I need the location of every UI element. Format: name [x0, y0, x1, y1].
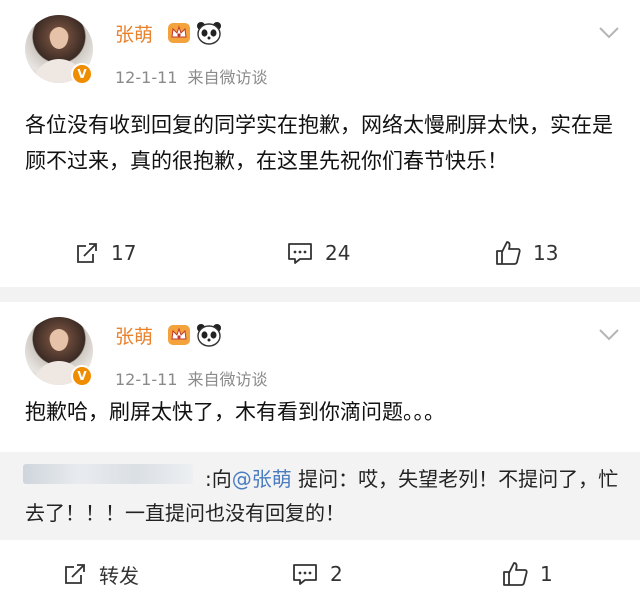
weibo-post: V 张萌 12-1-11 来自微访谈 各位没有收到回复的同学实在抱歉，网络太慢刷屏…: [0, 0, 640, 287]
vip-crown-icon: [168, 23, 190, 43]
repost-button[interactable]: 17: [75, 241, 136, 265]
quoted-question[interactable]: _:向@张萌 提问：哎，失望老列！不提问了，忙去了！！！一直提问也没有回复的！: [0, 452, 640, 540]
verified-badge-icon: V: [71, 365, 93, 387]
like-icon: [496, 241, 521, 265]
repost-count: 17: [111, 241, 137, 265]
post-source[interactable]: 来自微访谈: [187, 68, 267, 87]
repost-button[interactable]: 转发: [63, 560, 139, 589]
comment-count: 24: [325, 241, 351, 265]
author-name[interactable]: 张萌: [115, 20, 153, 47]
chevron-down-icon[interactable]: [598, 328, 620, 342]
comment-icon: [293, 564, 317, 585]
like-button[interactable]: 13: [495, 240, 558, 266]
comment-icon: [288, 243, 312, 264]
like-button[interactable]: 1: [502, 561, 553, 587]
panda-icon: [197, 22, 221, 45]
like-count: 13: [533, 241, 559, 265]
repost-icon: [77, 243, 97, 263]
action-bar: 17 24 13: [0, 233, 640, 273]
comment-button[interactable]: 24: [287, 241, 350, 265]
post-date: 12-1-11: [115, 370, 178, 389]
action-bar: 转发 2 1: [0, 554, 640, 594]
verified-badge-icon: V: [71, 63, 93, 85]
like-icon: [503, 562, 528, 586]
author-name[interactable]: 张萌: [115, 322, 153, 349]
vip-crown-icon: [168, 325, 190, 345]
chevron-down-icon[interactable]: [598, 26, 620, 40]
comment-count: 2: [330, 562, 343, 586]
repost-icon: [65, 564, 85, 584]
post-text: 抱歉哈，刷屏太快了，木有看到你滴问题。。。: [25, 400, 445, 424]
repost-label: 转发: [99, 563, 139, 588]
weibo-post: V 张萌 12-1-11 来自微访谈 抱歉哈，刷屏太快了，木有看到你滴问题。。。 …: [0, 302, 640, 594]
like-count: 1: [540, 562, 553, 586]
panda-icon: [197, 324, 221, 347]
post-text: 各位没有收到回复的同学实在抱歉，网络太慢刷屏太快，实在是顾不过来，真的很抱歉，在…: [25, 113, 613, 173]
mention-link[interactable]: @张萌: [232, 467, 292, 491]
post-meta: 12-1-11 来自微访谈: [115, 366, 277, 390]
comment-button[interactable]: 2: [292, 562, 343, 586]
post-meta: 12-1-11 来自微访谈: [115, 64, 277, 88]
post-source[interactable]: 来自微访谈: [187, 370, 267, 389]
quoted-text: _:向@张萌 提问：哎，失望老列！不提问了，忙去了！！！一直提问也没有回复的！: [25, 467, 619, 525]
post-date: 12-1-11: [115, 68, 178, 87]
